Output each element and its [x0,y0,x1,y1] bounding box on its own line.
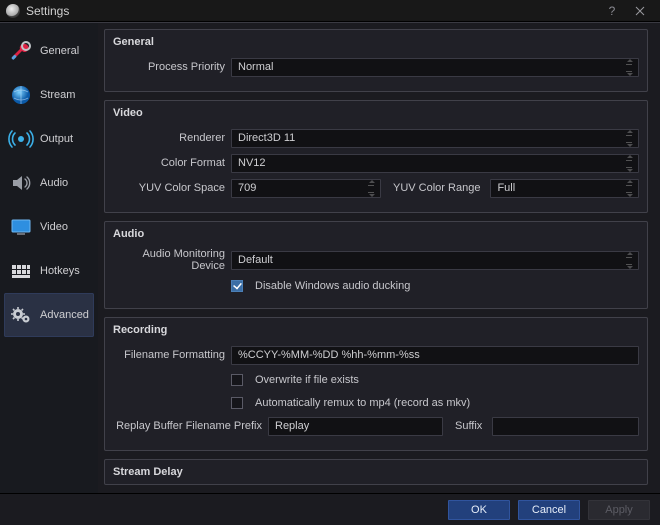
group-title: Recording [113,324,639,336]
sidebar-item-label: Advanced [40,309,90,321]
sidebar-item-hotkeys[interactable]: Hotkeys [4,249,94,293]
titlebar: Settings ? [0,0,660,22]
disable-ducking-checkbox[interactable] [231,280,243,292]
replay-suffix-label: Suffix [449,420,486,432]
combo-value: Normal [238,61,273,73]
group-title: Audio [113,228,639,240]
globe-icon [8,82,34,108]
process-priority-combo[interactable]: Normal [231,58,639,77]
window-title: Settings [26,4,598,18]
disable-ducking-label: Disable Windows audio ducking [255,280,410,292]
monitor-icon [8,214,34,240]
replay-prefix-input[interactable]: Replay [268,417,443,436]
ok-button[interactable]: OK [448,500,510,520]
input-value: %CCYY-%MM-%DD %hh-%mm-%ss [238,349,420,361]
group-title: Video [113,107,639,119]
sidebar-item-audio[interactable]: Audio [4,161,94,205]
sidebar-item-advanced[interactable]: Advanced [4,293,94,337]
sidebar-item-label: Stream [40,89,90,101]
sidebar-item-output[interactable]: Output [4,117,94,161]
filename-formatting-label: Filename Formatting [113,349,231,361]
app-icon [6,4,20,18]
replay-suffix-input[interactable] [492,417,639,436]
renderer-label: Renderer [113,132,231,144]
monitoring-device-combo[interactable]: Default [231,251,639,270]
auto-remux-checkbox[interactable] [231,397,243,409]
color-format-combo[interactable]: NV12 [231,154,639,173]
combo-value: Direct3D 11 [238,132,295,144]
auto-remux-label: Automatically remux to mp4 (record as mk… [255,397,470,409]
wrench-icon [8,38,34,64]
yuv-color-range-label: YUV Color Range [387,182,484,194]
group-recording: Recording Filename Formatting %CCYY-%MM-… [104,317,648,451]
monitoring-device-label: Audio Monitoring Device [113,248,231,272]
overwrite-checkbox[interactable] [231,374,243,386]
combo-value: 709 [238,182,256,194]
group-general: General Process Priority Normal [104,29,648,92]
sidebar-item-label: Hotkeys [40,265,90,277]
bottombar: OK Cancel Apply [0,493,660,525]
process-priority-label: Process Priority [113,61,231,73]
group-audio: Audio Audio Monitoring Device Default Di… [104,221,648,309]
sidebar-item-video[interactable]: Video [4,205,94,249]
input-value: Replay [275,420,309,432]
main-panel: General Process Priority Normal Video Re… [98,23,660,493]
combo-value: Full [497,182,515,194]
main-scroll[interactable]: General Process Priority Normal Video Re… [104,29,654,487]
help-button[interactable]: ? [598,0,626,22]
cancel-button[interactable]: Cancel [518,500,580,520]
gears-icon [8,302,34,328]
combo-value: Default [238,254,273,266]
close-button[interactable] [626,0,654,22]
broadcast-icon [8,126,34,152]
sidebar-item-label: Video [40,221,90,233]
group-title: Stream Delay [113,466,639,478]
combo-value: NV12 [238,157,266,169]
sidebar-item-stream[interactable]: Stream [4,73,94,117]
sidebar: General Stream Output [0,23,98,493]
sidebar-item-label: General [40,45,90,57]
yuv-color-range-combo[interactable]: Full [490,179,639,198]
renderer-combo[interactable]: Direct3D 11 [231,129,639,148]
replay-prefix-label: Replay Buffer Filename Prefix [113,420,268,432]
filename-formatting-input[interactable]: %CCYY-%MM-%DD %hh-%mm-%ss [231,346,639,365]
keyboard-icon [8,258,34,284]
yuv-color-space-combo[interactable]: 709 [231,179,381,198]
group-title: General [113,36,639,48]
sidebar-item-general[interactable]: General [4,29,94,73]
sidebar-item-label: Output [40,133,90,145]
overwrite-label: Overwrite if file exists [255,374,359,386]
speaker-icon [8,170,34,196]
color-format-label: Color Format [113,157,231,169]
apply-button: Apply [588,500,650,520]
sidebar-item-label: Audio [40,177,90,189]
content: General Stream Output [0,22,660,493]
group-stream-delay: Stream Delay [104,459,648,485]
group-video: Video Renderer Direct3D 11 Color Format … [104,100,648,213]
yuv-color-space-label: YUV Color Space [113,182,231,194]
